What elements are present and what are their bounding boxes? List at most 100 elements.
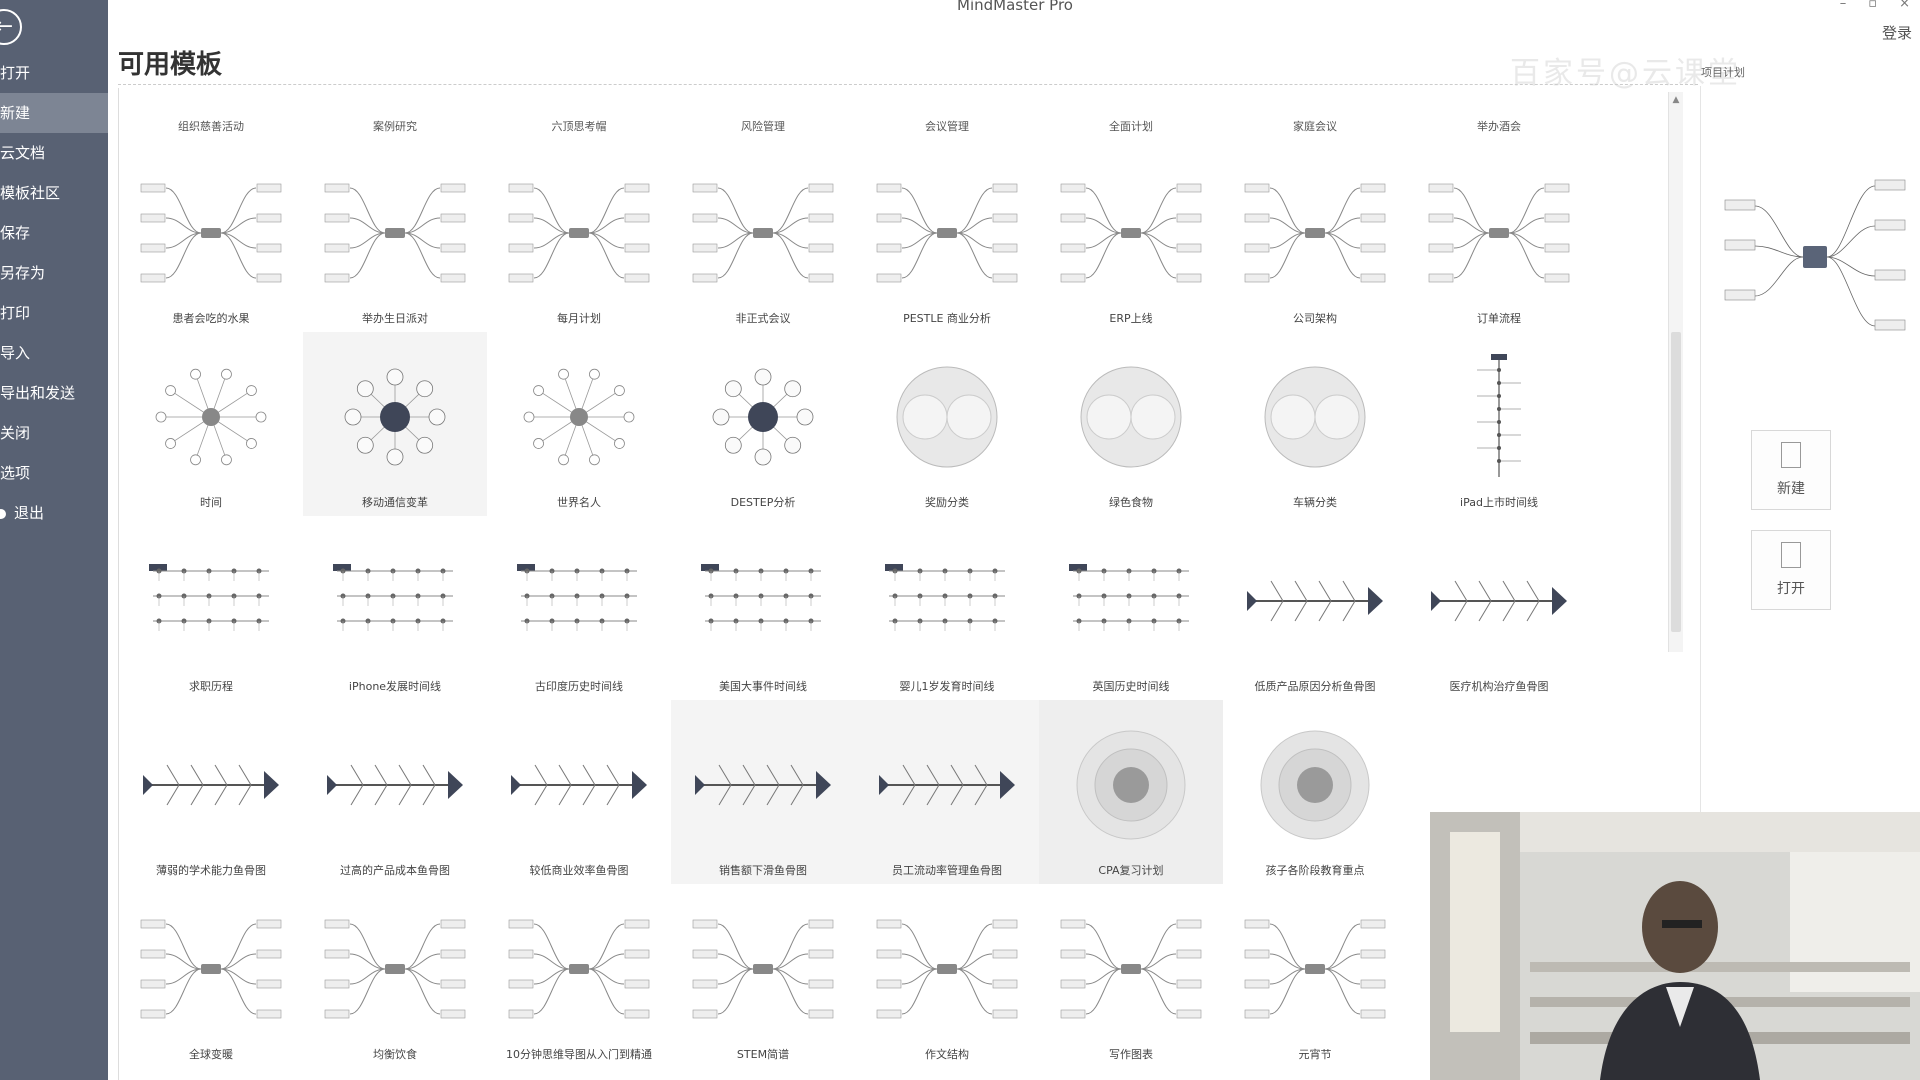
exit-icon [0, 508, 6, 519]
template-label: 作文结构 [925, 1048, 969, 1061]
minimize-icon[interactable]: – [1840, 0, 1847, 11]
scroll-up-icon[interactable]: ▲ [1669, 92, 1683, 108]
back-icon[interactable]: ← [0, 9, 22, 45]
template-tile[interactable]: 婴儿1岁发育时间线 [855, 516, 1039, 700]
sidebar-item-label: 退出 [14, 504, 45, 522]
template-label: 非正式会议 [735, 312, 791, 325]
template-tile[interactable]: 订单流程 [1407, 148, 1591, 332]
top-template-label[interactable]: 案例研究 [303, 118, 487, 134]
sidebar-item-save[interactable]: 保存 [0, 213, 108, 253]
template-tile[interactable]: 奖励分类 [855, 332, 1039, 516]
template-tile[interactable]: 薄弱的学术能力鱼骨图 [119, 700, 303, 884]
preview-thumbnail [1724, 179, 1906, 331]
top-template-label[interactable]: 家庭会议 [1223, 118, 1407, 134]
open-button[interactable]: 打开 [1751, 530, 1831, 610]
template-label: 婴儿1岁发育时间线 [899, 680, 995, 693]
sidebar-item-export[interactable]: 导出和发送 [0, 373, 108, 413]
template-thumbnail [155, 368, 267, 466]
template-tile[interactable]: 销售额下滑鱼骨图 [671, 700, 855, 884]
top-template-label[interactable]: 组织慈善活动 [119, 118, 303, 134]
template-thumbnail [508, 919, 650, 1019]
webcam-video [1430, 812, 1920, 1080]
template-tile[interactable]: 元宵节 [1223, 884, 1407, 1068]
template-tile[interactable]: iPhone发展时间线 [303, 516, 487, 700]
sidebar-item-close[interactable]: 关闭 [0, 413, 108, 453]
template-tile[interactable]: 移动通信变革 [303, 332, 487, 516]
template-tile[interactable]: 患者会吃的水果 [119, 148, 303, 332]
template-tile[interactable]: iPad上市时间线 [1407, 332, 1591, 516]
gallery-scrollbar[interactable]: ▲ [1668, 92, 1683, 652]
file-sidebar: ← 打开 新建 云文档 模板社区 保存 另存为 打印 导入 导出和发送 关闭 选… [0, 0, 108, 1080]
template-thumbnail [712, 368, 814, 466]
template-thumbnail [508, 183, 650, 283]
template-tile[interactable]: STEM简谱 [671, 884, 855, 1068]
maximize-icon[interactable]: ▫ [1868, 0, 1877, 11]
top-template-label[interactable]: 全面计划 [1039, 118, 1223, 134]
template-tile[interactable]: 作文结构 [855, 884, 1039, 1068]
title-bar: MindMaster Pro – ▫ × [110, 0, 1920, 14]
template-tile[interactable]: 绿色食物 [1039, 332, 1223, 516]
sidebar-item-cloud[interactable]: 云文档 [0, 133, 108, 173]
scroll-thumb[interactable] [1671, 332, 1681, 632]
template-tile[interactable]: 较低商业效率鱼骨图 [487, 700, 671, 884]
template-tile[interactable]: 每月计划 [487, 148, 671, 332]
template-tile[interactable]: 公司架构 [1223, 148, 1407, 332]
sidebar-item-import[interactable]: 导入 [0, 333, 108, 373]
template-tile[interactable]: DESTEP分析 [671, 332, 855, 516]
template-tile[interactable]: 求职历程 [119, 516, 303, 700]
close-icon[interactable]: × [1899, 0, 1910, 11]
template-label: 全球变暖 [189, 1048, 233, 1061]
template-label: CPA复习计划 [1098, 864, 1164, 877]
template-tile[interactable]: 孩子各阶段教育重点 [1223, 700, 1407, 884]
sidebar-item-save-as[interactable]: 另存为 [0, 253, 108, 293]
top-template-label[interactable]: 风险管理 [671, 118, 855, 134]
template-tile[interactable]: 员工流动率管理鱼骨图 [855, 700, 1039, 884]
template-tile[interactable]: PESTLE 商业分析 [855, 148, 1039, 332]
page-title: 可用模板 [118, 50, 223, 80]
template-tile[interactable]: 古印度历史时间线 [487, 516, 671, 700]
template-tile[interactable]: 低质产品原因分析鱼骨图 [1223, 516, 1407, 700]
template-tile[interactable]: 非正式会议 [671, 148, 855, 332]
template-thumbnail [517, 564, 637, 631]
template-thumbnail [1247, 580, 1383, 622]
template-tile[interactable]: 均衡饮食 [303, 884, 487, 1068]
template-tile[interactable]: 举办生日派对 [303, 148, 487, 332]
template-label: 员工流动率管理鱼骨图 [892, 864, 1002, 877]
template-tile[interactable]: 过高的产品成本鱼骨图 [303, 700, 487, 884]
template-thumbnail [1069, 564, 1189, 631]
top-template-label[interactable]: 举办酒会 [1407, 118, 1591, 134]
login-link[interactable]: 登录 [1882, 22, 1912, 43]
template-thumbnail [523, 368, 635, 466]
template-thumbnail [692, 183, 834, 283]
top-template-label[interactable]: 六顶思考帽 [487, 118, 671, 134]
top-template-label[interactable]: 会议管理 [855, 118, 1039, 134]
sidebar-item-open[interactable]: 打开 [0, 53, 108, 93]
template-tile[interactable]: 10分钟思维导图从入门到精通 [487, 884, 671, 1068]
template-tile[interactable]: 时间 [119, 332, 303, 516]
template-tile[interactable]: 写作图表 [1039, 884, 1223, 1068]
template-thumbnail [879, 764, 1015, 806]
template-tile[interactable]: 英国历史时间线 [1039, 516, 1223, 700]
template-tile[interactable]: 世界名人 [487, 332, 671, 516]
template-label: 薄弱的学术能力鱼骨图 [156, 864, 266, 877]
new-file-icon [1781, 442, 1801, 468]
template-tile[interactable]: 医疗机构治疗鱼骨图 [1407, 516, 1591, 700]
template-tile[interactable]: 全球变暖 [119, 884, 303, 1068]
sidebar-item-new[interactable]: 新建 [0, 93, 108, 133]
sidebar-item-print[interactable]: 打印 [0, 293, 108, 333]
template-tile[interactable]: CPA复习计划 [1039, 700, 1223, 884]
new-button[interactable]: 新建 [1751, 430, 1831, 510]
sidebar-item-options[interactable]: 选项 [0, 453, 108, 493]
template-tile[interactable]: 美国大事件时间线 [671, 516, 855, 700]
template-thumbnail [876, 183, 1018, 283]
template-label: 过高的产品成本鱼骨图 [340, 864, 450, 877]
template-thumbnail [896, 366, 998, 468]
sidebar-item-exit[interactable]: 退出 [0, 493, 108, 533]
template-thumbnail [1060, 183, 1202, 283]
sidebar-item-community[interactable]: 模板社区 [0, 173, 108, 213]
template-tile[interactable]: 车辆分类 [1223, 332, 1407, 516]
template-thumbnail [1264, 366, 1366, 468]
template-label: PESTLE 商业分析 [903, 312, 991, 325]
template-tile[interactable]: ERP上线 [1039, 148, 1223, 332]
template-thumbnail [1080, 366, 1182, 468]
